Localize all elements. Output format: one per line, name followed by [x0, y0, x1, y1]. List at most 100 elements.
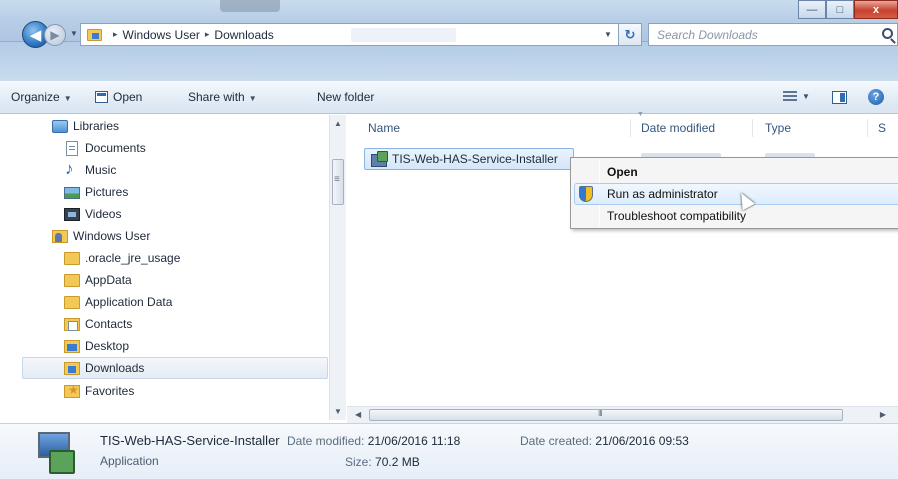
nav-item-documents[interactable]: Documents [64, 137, 146, 159]
view-options-dropdown[interactable]: ▼ [802, 92, 810, 101]
open-label: Open [113, 90, 143, 104]
window-title-obscured [220, 0, 280, 12]
nav-item-libraries[interactable]: Libraries [52, 115, 119, 137]
breadcrumb-separator: ▸ [113, 29, 118, 39]
organize-button[interactable]: Organize ▼ [11, 90, 72, 104]
documents-icon [66, 140, 78, 156]
size-label: Size: [345, 455, 372, 469]
details-size: Size: 70.2 MB [345, 455, 420, 469]
address-history-dropdown[interactable]: ▼ [598, 23, 618, 46]
view-options-icon[interactable] [783, 91, 797, 102]
nav-item-application-data[interactable]: Application Data [64, 291, 172, 313]
column-header-date-modified[interactable]: Date modified [641, 121, 715, 135]
scroll-up-icon[interactable]: ▲ [334, 119, 342, 128]
contacts-icon [64, 317, 80, 331]
size-value: 70.2 MB [375, 455, 420, 469]
chevron-down-icon: ▼ [248, 94, 257, 103]
close-button[interactable]: x [854, 0, 898, 19]
column-header-type[interactable]: Type [765, 121, 791, 135]
date-modified-label: Date modified: [287, 434, 365, 448]
nav-label: Downloads [85, 361, 145, 375]
table-row[interactable]: TIS-Web-HAS-Service-Installer [364, 148, 574, 170]
nav-label: AppData [85, 273, 132, 287]
search-input[interactable]: Search Downloads [648, 23, 898, 46]
details-file-name: TIS-Web-HAS-Service-Installer [100, 433, 280, 448]
folder-icon [64, 252, 80, 265]
breadcrumb-windows-user[interactable]: Windows User [123, 28, 200, 42]
address-strip [0, 42, 898, 81]
open-button[interactable]: Open [95, 90, 142, 104]
column-header-name[interactable]: Name [368, 121, 400, 135]
chevron-down-icon: ▼ [63, 94, 72, 103]
command-bar: Organize ▼ Open Share with ▼ New folder ▼ … [0, 81, 898, 114]
new-folder-button[interactable]: New folder [317, 90, 374, 104]
window-controls: — □ x [798, 0, 898, 19]
nav-label: Windows User [73, 229, 151, 243]
nav-item-videos[interactable]: Videos [64, 203, 121, 225]
details-date-modified: Date modified: 21/06/2016 11:18 [287, 434, 460, 448]
date-created-label: Date created: [520, 434, 593, 448]
nav-label: Pictures [85, 185, 129, 199]
details-date-created: Date created: 21/06/2016 09:53 [520, 434, 689, 448]
organize-label: Organize [11, 90, 60, 104]
nav-item-favorites[interactable]: Favorites [64, 380, 134, 402]
folder-icon [64, 296, 80, 309]
preview-pane-icon[interactable] [832, 91, 847, 104]
refresh-button[interactable]: ↻ [618, 23, 642, 46]
nav-label: .oracle_jre_usage [85, 251, 181, 265]
nav-label: Libraries [73, 119, 120, 133]
horizontal-scroll-thumb[interactable] [369, 409, 843, 421]
menu-item-open[interactable]: Open [607, 162, 898, 182]
scroll-down-icon[interactable]: ▼ [334, 407, 342, 416]
nav-label: Music [85, 163, 117, 177]
search-icon[interactable] [882, 28, 893, 39]
file-name: TIS-Web-HAS-Service-Installer [392, 152, 558, 166]
nav-label: Contacts [85, 317, 133, 331]
navigation-scrollbar[interactable]: ▲ ▼ [329, 115, 346, 420]
details-file-type: Application [100, 454, 159, 468]
minimize-button[interactable]: — [798, 0, 826, 19]
nav-label: Documents [85, 141, 146, 155]
nav-item-music[interactable]: Music [64, 159, 116, 181]
recent-pages-dropdown[interactable]: ▼ [70, 29, 78, 38]
date-created-value: 21/06/2016 09:53 [595, 434, 689, 448]
sort-indicator-icon: ▼ [637, 111, 644, 118]
arrow-right-icon: ▶ [50, 28, 60, 42]
horizontal-scrollbar[interactable]: ◀ ▶ [347, 406, 898, 423]
downloads-icon [64, 361, 80, 375]
nav-item-oracle-jre-usage[interactable]: .oracle_jre_usage [64, 247, 180, 269]
nav-item-pictures[interactable]: Pictures [64, 181, 128, 203]
user-folder-icon [52, 229, 68, 243]
forward-button[interactable]: ▶ [44, 24, 66, 46]
refresh-icon: ↻ [624, 26, 636, 42]
scroll-thumb[interactable] [332, 159, 344, 205]
nav-item-desktop[interactable]: Desktop [64, 335, 129, 357]
favorites-icon [64, 383, 80, 398]
music-icon [64, 159, 80, 179]
nav-item-downloads[interactable]: Downloads [22, 357, 328, 379]
breadcrumb-downloads[interactable]: Downloads [214, 28, 273, 42]
maximize-button[interactable]: □ [826, 0, 854, 19]
address-blurred-area [351, 28, 456, 42]
arrow-left-icon: ◀ [29, 26, 42, 44]
menu-item-troubleshoot-compatibility[interactable]: Troubleshoot compatibility [607, 206, 898, 226]
desktop-icon [64, 339, 80, 353]
nav-item-contacts[interactable]: Contacts [64, 313, 132, 335]
share-with-button[interactable]: Share with ▼ [188, 90, 257, 104]
details-pane: TIS-Web-HAS-Service-Installer Applicatio… [0, 423, 898, 479]
scroll-left-icon[interactable]: ◀ [355, 410, 361, 419]
help-icon[interactable]: ? [868, 89, 884, 105]
column-header-size[interactable]: S [878, 121, 886, 135]
nav-label: Application Data [85, 295, 173, 309]
address-bar[interactable]: ▸ Windows User ▸ Downloads [80, 23, 640, 46]
column-divider[interactable] [630, 119, 631, 137]
scroll-right-icon[interactable]: ▶ [880, 410, 886, 419]
nav-item-windows-user[interactable]: Windows User [52, 225, 150, 247]
nav-item-appdata[interactable]: AppData [64, 269, 132, 291]
column-divider[interactable] [752, 119, 753, 137]
date-modified-value: 21/06/2016 11:18 [367, 434, 461, 448]
column-divider[interactable] [867, 119, 868, 137]
nav-label: Desktop [85, 339, 130, 353]
installer-large-icon [35, 432, 75, 474]
open-icon [95, 91, 108, 103]
